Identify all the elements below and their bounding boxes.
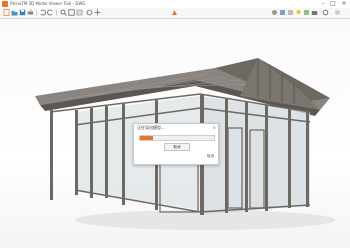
zoom-window-icon[interactable] (68, 9, 75, 16)
toolbar (0, 8, 350, 19)
open-icon[interactable] (11, 9, 18, 16)
export-progress-dialog: 正在导出模型... × 取消 取消 (133, 123, 219, 165)
dialog-close-button[interactable]: × (213, 125, 216, 131)
save-icon[interactable] (19, 9, 26, 16)
material-icon[interactable] (303, 9, 310, 16)
properties-icon[interactable] (287, 9, 294, 16)
settings-icon[interactable] (322, 9, 329, 16)
title-bar: RhinoTM 3D Model Viewer Tool - DWG – □ × (0, 0, 350, 8)
maximize-button[interactable]: □ (328, 0, 338, 8)
cancel-button[interactable]: 取消 (164, 143, 190, 151)
progress-bar (139, 135, 215, 141)
dialog-title: 正在导出模型... (137, 125, 165, 130)
zoom-extents-icon[interactable] (76, 9, 83, 16)
dialog-status-text[interactable]: 取消 (207, 154, 214, 159)
light-icon[interactable] (295, 9, 302, 16)
toolbar-separator (36, 10, 37, 16)
minimize-button[interactable]: – (318, 0, 328, 8)
zoom-icon[interactable] (60, 9, 67, 16)
marker-icon[interactable] (171, 9, 178, 16)
close-window-button[interactable]: × (339, 0, 349, 8)
window-title: RhinoTM 3D Model Viewer Tool - DWG (10, 1, 86, 6)
undo-icon[interactable] (39, 9, 46, 16)
new-icon[interactable] (3, 9, 10, 16)
progress-bar-fill (140, 136, 154, 140)
3d-viewport[interactable]: 正在导出模型... × 取消 取消 (0, 19, 350, 248)
app-logo-icon (2, 1, 8, 7)
pan-icon[interactable] (94, 9, 101, 16)
camera-icon[interactable] (311, 9, 318, 16)
redo-icon[interactable] (47, 9, 54, 16)
print-icon[interactable] (27, 9, 34, 16)
toolbar-separator (56, 10, 57, 16)
rotate-icon[interactable] (86, 9, 93, 16)
render-icon[interactable] (271, 9, 278, 16)
help-icon[interactable] (334, 9, 341, 16)
layer-icon[interactable] (279, 9, 286, 16)
